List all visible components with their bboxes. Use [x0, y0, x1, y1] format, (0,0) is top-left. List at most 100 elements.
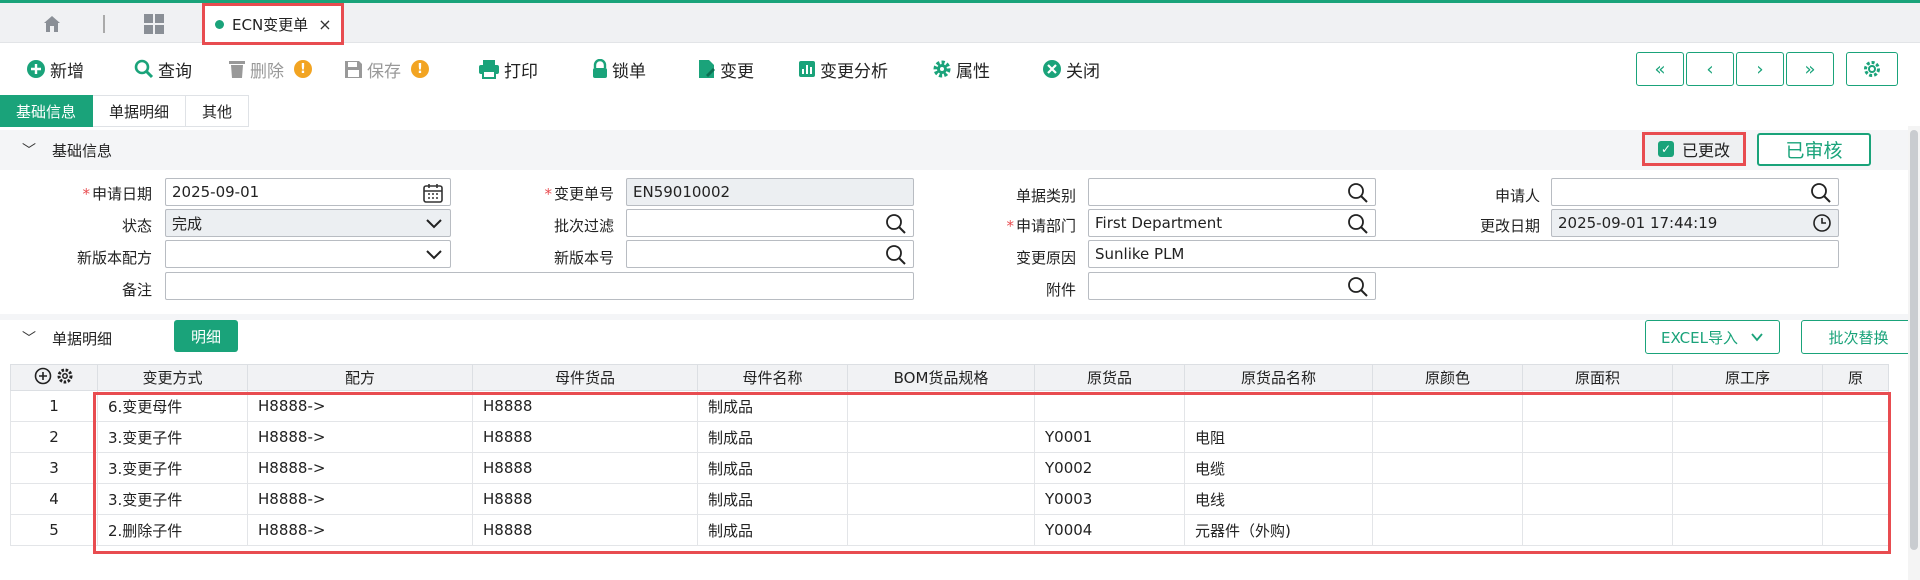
next-record-button[interactable]: › — [1736, 52, 1784, 86]
batch-filter-field[interactable] — [626, 209, 914, 237]
attachment-field[interactable] — [1088, 272, 1376, 300]
scrollbar-thumb[interactable] — [1910, 130, 1918, 550]
table-cell[interactable]: H8888 — [472, 514, 698, 546]
col-header[interactable]: 母件货品 — [472, 364, 698, 391]
print-button[interactable]: 打印 — [478, 56, 538, 82]
apply-date-field[interactable]: 2025-09-01 — [165, 178, 451, 206]
table-cell[interactable] — [1372, 452, 1523, 484]
table-cell[interactable] — [1672, 514, 1823, 546]
table-cell[interactable]: H8888-> — [247, 390, 473, 422]
dept-field[interactable]: First Department — [1088, 209, 1376, 237]
table-cell[interactable] — [1672, 421, 1823, 453]
table-cell[interactable] — [1822, 452, 1889, 484]
close-tab-icon[interactable]: × — [318, 15, 331, 34]
col-header[interactable]: 母件名称 — [697, 364, 848, 391]
table-cell[interactable] — [847, 421, 1035, 453]
table-cell[interactable] — [1372, 421, 1523, 453]
first-record-button[interactable]: « — [1636, 52, 1684, 86]
col-header[interactable]: 原货品名称 — [1184, 364, 1373, 391]
table-cell[interactable] — [847, 390, 1035, 422]
new-formula-select[interactable] — [165, 240, 451, 268]
tab-basic-info[interactable]: 基础信息 — [0, 95, 94, 127]
tab-other[interactable]: 其他 — [186, 95, 250, 127]
table-cell[interactable] — [1372, 514, 1523, 546]
reason-field[interactable]: Sunlike PLM — [1088, 240, 1839, 268]
table-cell[interactable] — [1034, 390, 1185, 422]
col-header[interactable]: BOM货品规格 — [847, 364, 1035, 391]
delete-button[interactable]: 删除 ! — [228, 56, 312, 82]
table-cell[interactable]: Y0004 — [1034, 514, 1185, 546]
last-record-button[interactable]: » — [1786, 52, 1834, 86]
table-cell[interactable] — [1672, 452, 1823, 484]
table-cell[interactable]: H8888-> — [247, 483, 473, 515]
table-cell[interactable]: 3.变更子件 — [97, 483, 248, 515]
table-cell[interactable]: H8888-> — [247, 452, 473, 484]
table-cell[interactable] — [847, 483, 1035, 515]
table-cell[interactable] — [1372, 390, 1523, 422]
change-analysis-button[interactable]: 变更分析 — [798, 56, 888, 82]
table-cell[interactable]: 电缆 — [1184, 452, 1373, 484]
property-button[interactable]: 属性 — [932, 56, 990, 82]
table-cell[interactable]: 3.变更子件 — [97, 452, 248, 484]
tab-doc-detail[interactable]: 单据明细 — [93, 95, 187, 127]
changed-checkbox[interactable]: ✓ 已更改 — [1642, 132, 1746, 166]
save-button[interactable]: 保存 ! — [344, 56, 429, 82]
query-button[interactable]: 查询 — [134, 56, 192, 82]
new-version-field[interactable] — [626, 240, 914, 268]
table-cell[interactable]: 制成品 — [697, 421, 848, 453]
table-cell[interactable]: Y0003 — [1034, 483, 1185, 515]
table-cell[interactable]: 制成品 — [697, 390, 848, 422]
new-button[interactable]: 新增 — [26, 56, 84, 82]
table-row[interactable]: 2 3.变更子件 H8888-> H8888 制成品 Y0001 电阻 — [10, 421, 1889, 453]
applicant-field[interactable] — [1551, 178, 1839, 206]
col-header[interactable]: 变更方式 — [97, 364, 248, 391]
table-row[interactable]: 1 6.变更母件 H8888-> H8888 制成品 — [10, 390, 1889, 422]
table-cell[interactable] — [847, 514, 1035, 546]
collapse-chevron-icon[interactable]: ﹀ — [22, 140, 36, 160]
apps-grid-icon[interactable] — [142, 12, 166, 36]
col-header[interactable]: 原 — [1822, 364, 1889, 391]
table-cell[interactable]: H8888-> — [247, 421, 473, 453]
table-cell[interactable] — [847, 452, 1035, 484]
table-cell[interactable] — [1522, 452, 1673, 484]
table-cell[interactable]: 3.变更子件 — [97, 421, 248, 453]
table-cell[interactable]: 制成品 — [697, 452, 848, 484]
table-cell[interactable]: 电线 — [1184, 483, 1373, 515]
col-header[interactable]: 原颜色 — [1372, 364, 1523, 391]
table-cell[interactable] — [1822, 390, 1889, 422]
lock-button[interactable]: 锁单 — [592, 56, 646, 82]
table-row[interactable]: 5 2.删除子件 H8888-> H8888 制成品 Y0004 元器件（外购) — [10, 514, 1889, 546]
table-cell[interactable] — [1672, 390, 1823, 422]
col-header[interactable]: 原面积 — [1522, 364, 1673, 391]
table-cell[interactable]: 2.删除子件 — [97, 514, 248, 546]
table-cell[interactable] — [1372, 483, 1523, 515]
status-select[interactable]: 完成 — [165, 209, 451, 237]
table-cell[interactable] — [1522, 483, 1673, 515]
table-cell[interactable] — [1822, 483, 1889, 515]
close-button[interactable]: 关闭 — [1042, 56, 1100, 82]
table-cell[interactable]: H8888 — [472, 452, 698, 484]
table-cell[interactable]: H8888 — [472, 483, 698, 515]
table-row[interactable]: 3 3.变更子件 H8888-> H8888 制成品 Y0002 电缆 — [10, 452, 1889, 484]
table-cell[interactable] — [1184, 390, 1373, 422]
table-cell[interactable]: H8888 — [472, 421, 698, 453]
col-header[interactable]: 原货品 — [1034, 364, 1185, 391]
col-header[interactable]: 配方 — [247, 364, 473, 391]
table-cell[interactable]: Y0001 — [1034, 421, 1185, 453]
table-cell[interactable]: 电阻 — [1184, 421, 1373, 453]
table-cell[interactable]: 制成品 — [697, 514, 848, 546]
batch-replace-button[interactable]: 批次替换 — [1801, 320, 1916, 354]
table-cell[interactable] — [1522, 390, 1673, 422]
table-cell[interactable]: H8888 — [472, 390, 698, 422]
tab-ecn-change-order[interactable]: ECN变更单 × — [202, 3, 344, 45]
table-row[interactable]: 4 3.变更子件 H8888-> H8888 制成品 Y0003 电线 — [10, 483, 1889, 515]
home-icon[interactable] — [40, 12, 64, 36]
excel-import-button[interactable]: EXCEL导入 — [1645, 320, 1780, 354]
table-cell[interactable]: H8888-> — [247, 514, 473, 546]
table-cell[interactable]: 6.变更母件 — [97, 390, 248, 422]
add-row-icon[interactable] — [34, 367, 52, 385]
settings-button[interactable] — [1846, 52, 1898, 86]
table-cell[interactable] — [1672, 483, 1823, 515]
column-settings-icon[interactable] — [56, 367, 74, 385]
table-cell[interactable]: 元器件（外购) — [1184, 514, 1373, 546]
